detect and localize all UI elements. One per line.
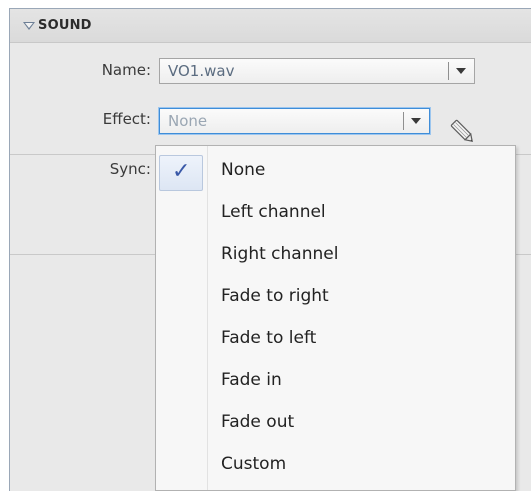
collapse-triangle-icon[interactable] [23, 22, 35, 30]
menu-item-label: Left channel [221, 202, 326, 222]
menu-item-fade-to-left[interactable]: Fade to left [156, 320, 515, 362]
menu-item-fade-to-right[interactable]: Fade to right [156, 278, 515, 320]
edit-envelope-pencil-icon[interactable] [448, 117, 478, 147]
name-label: Name: [101, 61, 151, 79]
menu-item-fade-in[interactable]: Fade in [156, 362, 515, 404]
menu-item-left-channel[interactable]: Left channel [156, 194, 515, 236]
menu-item-fade-out[interactable]: Fade out [156, 404, 515, 446]
menu-item-label: Custom [221, 454, 287, 474]
menu-item-custom[interactable]: Custom [156, 446, 515, 488]
name-dropdown-value: VO1.wav [168, 62, 235, 80]
name-dropdown[interactable]: VO1.wav [159, 58, 475, 84]
effect-dropdown-value: None [168, 112, 208, 130]
menu-item-label: Fade to right [221, 286, 329, 306]
menu-item-none[interactable]: None [156, 152, 515, 194]
section-title: SOUND [38, 18, 92, 33]
menu-item-label: Fade to left [221, 328, 317, 348]
menu-item-label: Fade out [221, 412, 295, 432]
menu-item-label: Fade in [221, 370, 282, 390]
sound-section-header[interactable]: SOUND [10, 9, 531, 43]
effect-dropdown-chevron-down-icon[interactable] [403, 112, 425, 130]
effect-label: Effect: [102, 110, 151, 128]
menu-item-label: None [221, 160, 266, 180]
sync-label: Sync: [109, 160, 151, 178]
menu-item-label: Right channel [221, 244, 339, 264]
effect-dropdown[interactable]: None [159, 108, 430, 134]
menu-item-right-channel[interactable]: Right channel [156, 236, 515, 278]
effect-dropdown-menu: ✓ None Left channel Right channel Fade t… [155, 145, 516, 491]
name-dropdown-chevron-down-icon[interactable] [448, 62, 470, 80]
